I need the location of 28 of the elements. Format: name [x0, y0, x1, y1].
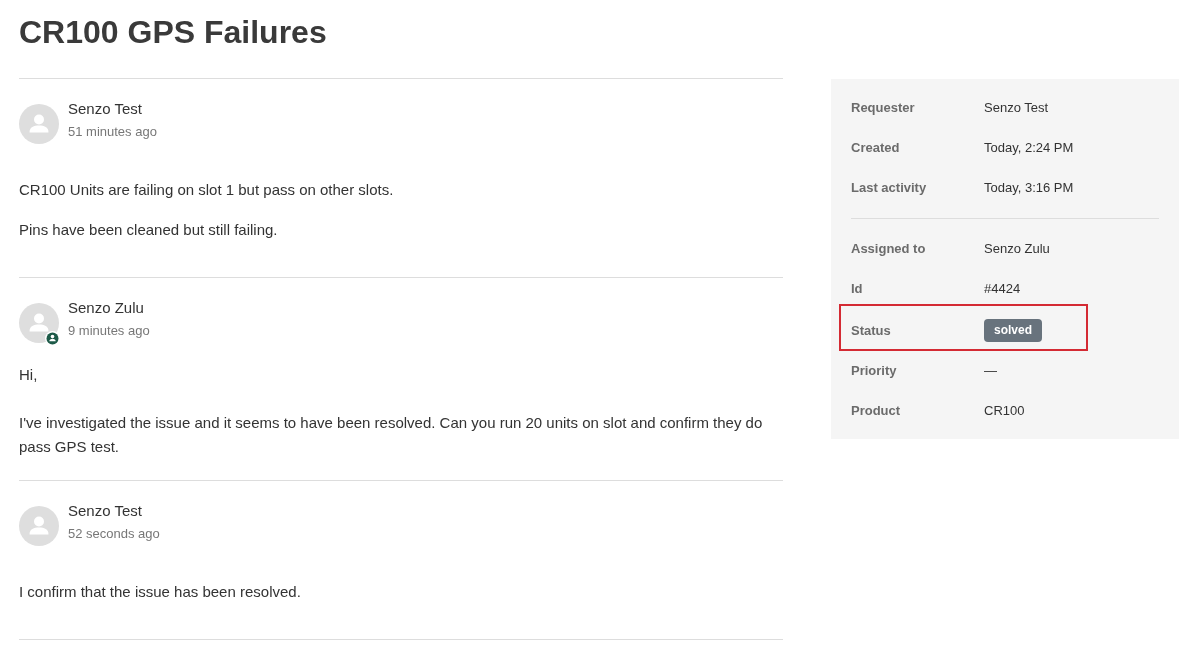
field-label: Last activity [851, 179, 928, 197]
page-title: CR100 GPS Failures [19, 13, 328, 52]
field-label: Created [851, 139, 901, 157]
comment-author: Senzo Test [68, 100, 143, 118]
field-value: Today, 3:16 PM [984, 179, 1074, 197]
field-value: — [984, 362, 997, 380]
comment-paragraph: Pins have been cleaned but still failing. [19, 220, 279, 240]
status-badge: solved [984, 319, 1042, 342]
field-value: Senzo Zulu [984, 240, 1050, 258]
comment-author: Senzo Zulu [68, 299, 145, 317]
comment-paragraph: I've investigated the issue and it seems to have been resolved. Can you run 20 units on slot and confirm they do pass GPS test. [19, 413, 764, 457]
field-label: Status [851, 321, 892, 340]
field-label: Id [851, 280, 864, 298]
comment-time: 9 minutes ago [68, 322, 150, 340]
field-value: CR100 [984, 402, 1025, 420]
field-value: #4424 [984, 280, 1021, 298]
comment-paragraph: I confirm that the issue has been resolved. [19, 582, 302, 602]
field-value: Senzo Test [984, 99, 1049, 117]
comment-paragraph: CR100 Units are failing on slot 1 but pass on other slots. [19, 180, 395, 200]
comment-author: Senzo Test [68, 502, 143, 520]
field-label: Assigned to [851, 240, 927, 258]
field-value: Today, 2:24 PM [984, 139, 1074, 157]
comment-time: 51 minutes ago [68, 123, 157, 141]
field-label: Priority [851, 362, 898, 380]
field-label: Product [851, 402, 902, 420]
field-label: Requester [851, 99, 916, 117]
comment-time: 52 seconds ago [68, 525, 160, 543]
comment-paragraph: Hi, [19, 365, 39, 385]
